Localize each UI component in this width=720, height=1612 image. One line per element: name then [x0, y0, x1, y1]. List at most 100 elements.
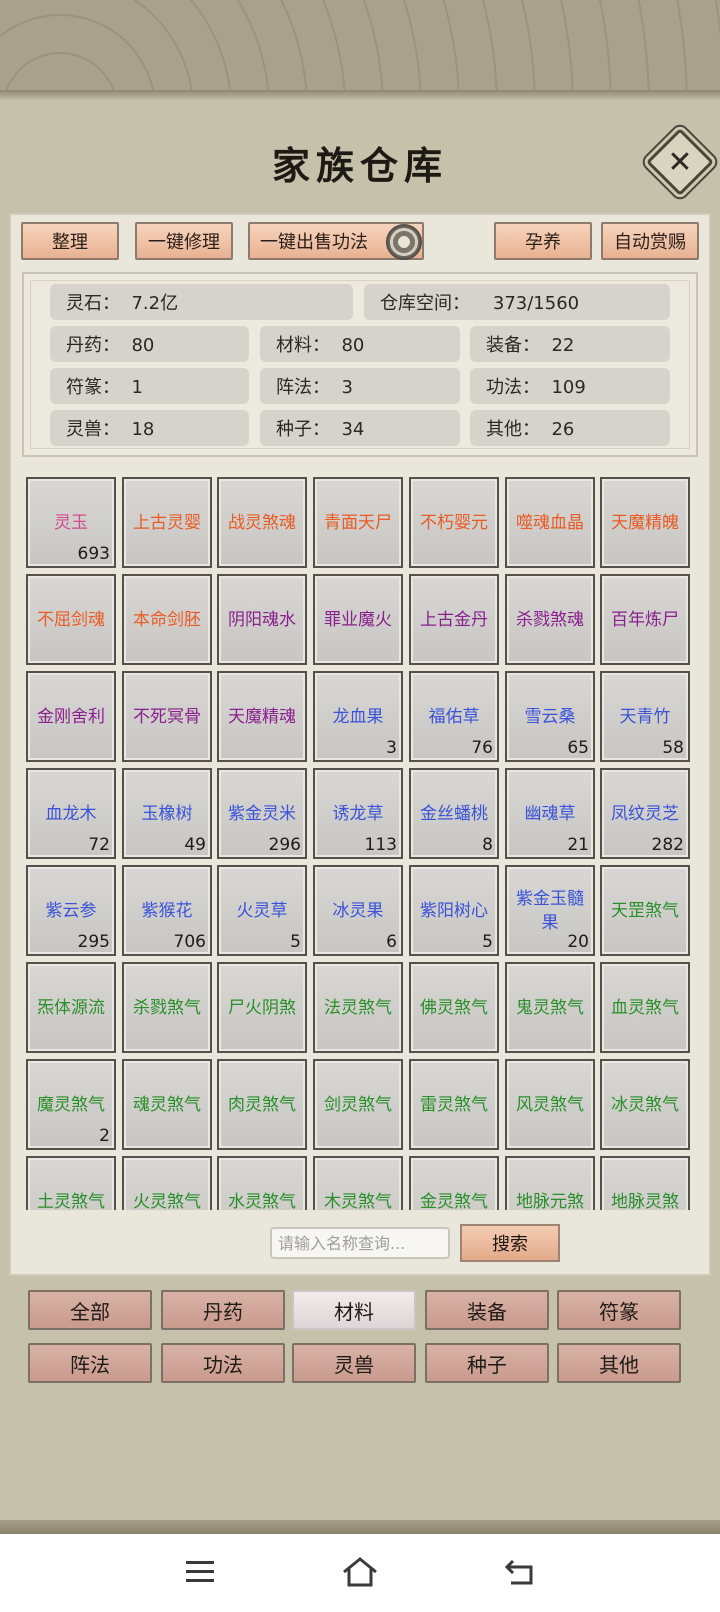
- item-name: 不朽婴元: [420, 512, 488, 533]
- item-name: 地脉灵煞: [611, 1191, 679, 1211]
- item-cell[interactable]: 不朽婴元: [409, 477, 499, 568]
- item-cell[interactable]: 金灵煞气: [409, 1156, 499, 1210]
- item-name: 血灵煞气: [611, 997, 679, 1018]
- item-cell[interactable]: 不屈剑魂: [26, 574, 116, 665]
- item-cell[interactable]: 雪云桑 65: [505, 671, 595, 762]
- auto-reward-button[interactable]: 自动赏赐: [601, 222, 699, 260]
- item-name: 地脉元煞: [516, 1191, 584, 1211]
- item-grid: 灵玉 693 上古灵婴 战灵煞魂 青面天尸 不朽婴元 噬魂血晶 天魔精魄不屈剑魂 本命剑胚 阴阳魂…: [26, 477, 696, 1210]
- item-cell[interactable]: 鬼灵煞气: [505, 962, 595, 1053]
- item-name: 上古金丹: [420, 609, 488, 630]
- item-name: 金刚舍利: [37, 706, 105, 727]
- item-cell[interactable]: 天罡煞气: [600, 865, 690, 956]
- item-cell[interactable]: 佛灵煞气: [409, 962, 499, 1053]
- category-tab[interactable]: 装备: [425, 1290, 549, 1330]
- item-name: 冰灵煞气: [611, 1094, 679, 1115]
- item-cell[interactable]: 本命剑胚: [122, 574, 212, 665]
- item-count: 76: [471, 738, 493, 758]
- item-cell[interactable]: 福佑草 76: [409, 671, 499, 762]
- item-cell[interactable]: 土灵煞气: [26, 1156, 116, 1210]
- search-input[interactable]: [270, 1227, 450, 1259]
- category-tab[interactable]: 阵法: [28, 1343, 152, 1383]
- item-name: 杀戮煞气: [133, 997, 201, 1018]
- item-cell[interactable]: 紫金灵米 296: [217, 768, 307, 859]
- item-cell[interactable]: 地脉灵煞: [600, 1156, 690, 1210]
- category-tab[interactable]: 丹药: [161, 1290, 285, 1330]
- item-cell[interactable]: 龙血果 3: [313, 671, 403, 762]
- category-tab[interactable]: 功法: [161, 1343, 285, 1383]
- item-name: 炁体源流: [37, 997, 105, 1018]
- item-cell[interactable]: 冰灵果 6: [313, 865, 403, 956]
- item-cell[interactable]: 金丝蟠桃 8: [409, 768, 499, 859]
- item-name: 战灵煞魂: [228, 512, 296, 533]
- stat-capacity: 仓库空间： 373/1560: [364, 284, 670, 320]
- item-name: 不屈剑魂: [37, 609, 105, 630]
- item-cell[interactable]: 紫阳树心 5: [409, 865, 499, 956]
- item-cell[interactable]: 风灵煞气: [505, 1059, 595, 1150]
- item-cell[interactable]: 战灵煞魂: [217, 477, 307, 568]
- item-cell[interactable]: 紫猴花 706: [122, 865, 212, 956]
- item-count: 49: [184, 835, 206, 855]
- item-name: 土灵煞气: [37, 1191, 105, 1211]
- item-cell[interactable]: 炁体源流: [26, 962, 116, 1053]
- item-cell[interactable]: 剑灵煞气: [313, 1059, 403, 1150]
- item-cell[interactable]: 凤纹灵芝 282: [600, 768, 690, 859]
- item-cell[interactable]: 玉橡树 49: [122, 768, 212, 859]
- gear-icon[interactable]: [386, 224, 422, 260]
- item-cell[interactable]: 诱龙草 113: [313, 768, 403, 859]
- item-cell[interactable]: 紫云参 295: [26, 865, 116, 956]
- category-tab[interactable]: 材料: [292, 1290, 416, 1330]
- nurture-button[interactable]: 孕养: [494, 222, 592, 260]
- item-cell[interactable]: 魂灵煞气: [122, 1059, 212, 1150]
- item-cell[interactable]: 天魔精魂: [217, 671, 307, 762]
- item-cell[interactable]: 血龙木 72: [26, 768, 116, 859]
- item-cell[interactable]: 火灵草 5: [217, 865, 307, 956]
- home-icon[interactable]: [340, 1552, 380, 1592]
- menu-icon[interactable]: [180, 1552, 220, 1592]
- item-cell[interactable]: 青面天尸: [313, 477, 403, 568]
- item-cell[interactable]: 尸火阴煞: [217, 962, 307, 1053]
- item-name: 百年炼尸: [611, 609, 679, 630]
- item-cell[interactable]: 木灵煞气: [313, 1156, 403, 1210]
- item-cell[interactable]: 魔灵煞气 2: [26, 1059, 116, 1150]
- item-cell[interactable]: 不死冥骨: [122, 671, 212, 762]
- item-name: 天罡煞气: [611, 900, 679, 921]
- item-name: 青面天尸: [324, 512, 392, 533]
- item-cell[interactable]: 杀戮煞魂: [505, 574, 595, 665]
- item-cell[interactable]: 幽魂草 21: [505, 768, 595, 859]
- item-cell[interactable]: 阴阳魂水: [217, 574, 307, 665]
- stat-skills: 功法： 109: [470, 368, 670, 404]
- item-cell[interactable]: 水灵煞气: [217, 1156, 307, 1210]
- category-tab[interactable]: 其他: [557, 1343, 681, 1383]
- stat-talismans: 符篆： 1: [50, 368, 249, 404]
- item-cell[interactable]: 血灵煞气: [600, 962, 690, 1053]
- item-cell[interactable]: 上古金丹: [409, 574, 499, 665]
- repair-all-button[interactable]: 一键修理: [135, 222, 233, 260]
- item-cell[interactable]: 冰灵煞气: [600, 1059, 690, 1150]
- category-tab[interactable]: 符篆: [557, 1290, 681, 1330]
- sort-button[interactable]: 整理: [21, 222, 119, 260]
- category-tab[interactable]: 种子: [425, 1343, 549, 1383]
- item-count: 72: [88, 835, 110, 855]
- stat-formations: 阵法： 3: [260, 368, 460, 404]
- item-cell[interactable]: 百年炼尸: [600, 574, 690, 665]
- item-cell[interactable]: 杀戮煞气: [122, 962, 212, 1053]
- item-cell[interactable]: 火灵煞气: [122, 1156, 212, 1210]
- item-cell[interactable]: 紫金玉髓果 20: [505, 865, 595, 956]
- item-cell[interactable]: 噬魂血晶: [505, 477, 595, 568]
- item-cell[interactable]: 肉灵煞气: [217, 1059, 307, 1150]
- category-tab[interactable]: 全部: [28, 1290, 152, 1330]
- item-cell[interactable]: 金刚舍利: [26, 671, 116, 762]
- item-cell[interactable]: 灵玉 693: [26, 477, 116, 568]
- item-cell[interactable]: 上古灵婴: [122, 477, 212, 568]
- item-cell[interactable]: 地脉元煞: [505, 1156, 595, 1210]
- item-cell[interactable]: 天青竹 58: [600, 671, 690, 762]
- item-cell[interactable]: 雷灵煞气: [409, 1059, 499, 1150]
- item-cell[interactable]: 罪业魔火: [313, 574, 403, 665]
- item-cell[interactable]: 法灵煞气: [313, 962, 403, 1053]
- item-cell[interactable]: 天魔精魄: [600, 477, 690, 568]
- item-count: 6: [386, 932, 397, 952]
- back-icon[interactable]: [500, 1552, 540, 1592]
- search-button[interactable]: 搜索: [460, 1224, 560, 1262]
- category-tab[interactable]: 灵兽: [292, 1343, 416, 1383]
